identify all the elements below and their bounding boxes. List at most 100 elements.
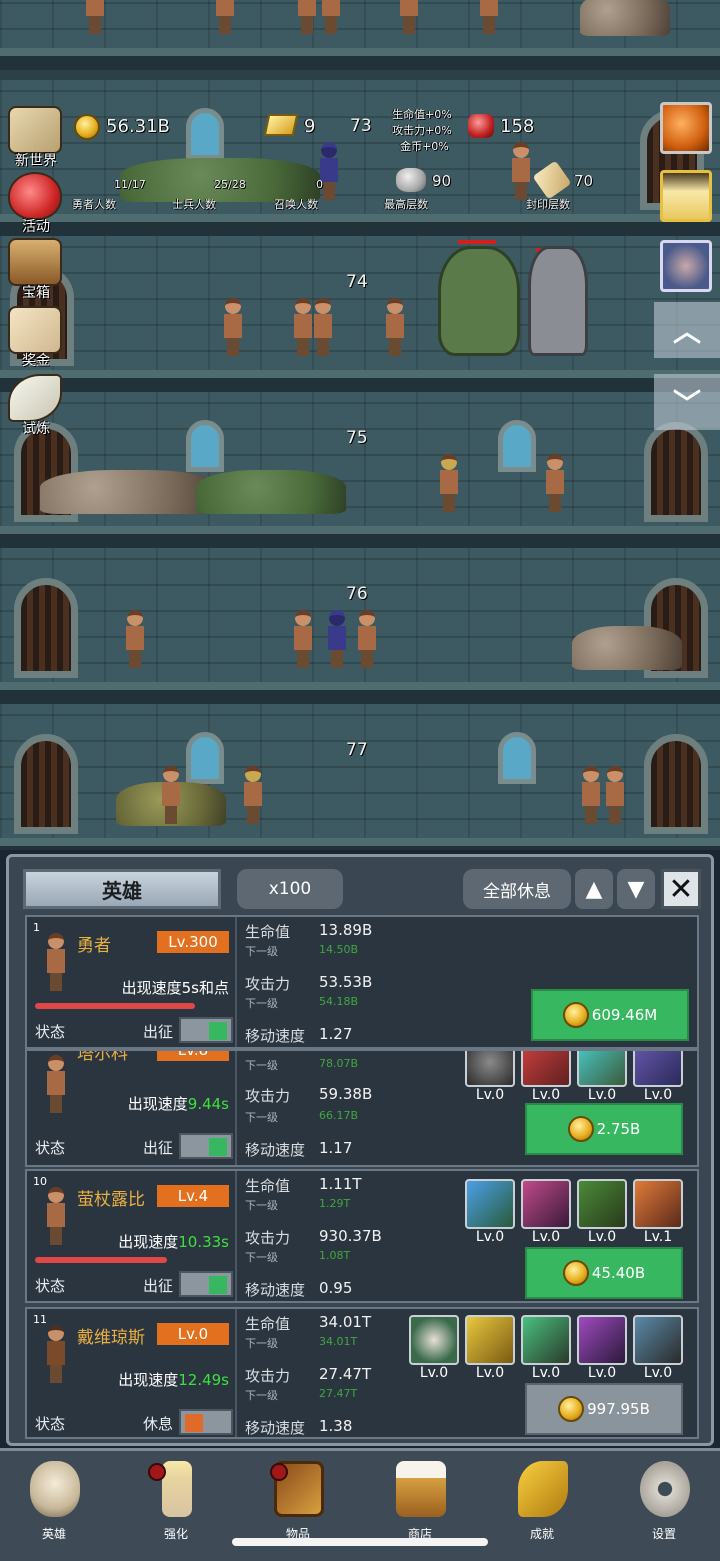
hero-sprite [292, 610, 314, 668]
wizard-sprite [326, 610, 348, 668]
chevron-up-icon: ▲ [585, 876, 603, 902]
defeated-enemies [572, 626, 682, 670]
upgrade-button[interactable]: 609.46M [531, 989, 689, 1041]
upgrade-cost: 2.75B [596, 1120, 641, 1138]
deploy-toggle[interactable] [179, 1271, 233, 1297]
hero-card-11[interactable]: 11 戴维琼斯 Lv.0 出现速度12.49s 状态 休息 生命值 34.01T… [25, 1307, 699, 1439]
appear-speed-value: 9.44s [187, 1095, 229, 1113]
appear-speed: 出现速度10.33s [118, 1231, 229, 1252]
reward-button[interactable]: 奖金 [4, 306, 66, 369]
appear-speed-label: 出现速度 [118, 1233, 179, 1251]
shield-skill-icon[interactable] [465, 1051, 515, 1087]
glove-skill-icon[interactable] [633, 1179, 683, 1229]
gear-icon [640, 1461, 690, 1517]
hero-sprite [356, 610, 378, 668]
sword-skill-icon[interactable] [521, 1051, 571, 1087]
nav-shop[interactable]: 商店 [380, 1457, 460, 1541]
key-icon [518, 1461, 568, 1517]
claw-skill-icon[interactable] [521, 1179, 571, 1229]
hero-level: Lv.0 [157, 1323, 229, 1345]
hero-card-2[interactable]: 塔尔科 Lv.8 出现速度9.44s 状态 出征 下一级 78.07B 攻击力 … [25, 1049, 699, 1167]
boots-skill-icon[interactable] [577, 1051, 627, 1087]
new-world-button[interactable]: 新世界 [4, 106, 66, 169]
nav-settings[interactable]: 设置 [624, 1457, 704, 1541]
panel-up-button[interactable]: ▲ [575, 869, 613, 909]
trial-button[interactable]: 试炼 [4, 374, 66, 437]
floor-number: 75 [346, 428, 368, 448]
hero-sprite [296, 0, 318, 34]
door [644, 734, 708, 834]
deploy-label: 出征 [143, 1139, 174, 1157]
bag-item-icon[interactable] [660, 240, 712, 292]
hp-label: 生命值 [245, 1315, 291, 1333]
hero-card-10[interactable]: 10 萤杖露比 Lv.4 出现速度10.33s 状态 出征 生命值 1.11T … [25, 1169, 699, 1303]
hero-sprite [84, 0, 106, 34]
upgrade-button[interactable]: 997.95B [525, 1383, 683, 1435]
summon-count: 0 [316, 178, 323, 191]
rest-all-button[interactable]: 全部休息 [463, 869, 571, 909]
upgrade-button[interactable]: 45.40B [525, 1247, 683, 1299]
hero-count: 11/17 [114, 178, 146, 191]
hero-card-left: 塔尔科 Lv.8 出现速度9.44s 状态 出征 [27, 1051, 237, 1165]
heart-icon [8, 172, 62, 220]
defeated-enemies [40, 470, 220, 514]
candle-item-icon[interactable] [660, 170, 712, 222]
fruit-item-icon[interactable] [660, 102, 712, 154]
next-level-label: 下一级 [245, 997, 278, 1010]
hp-next-value: 14.50B [319, 943, 359, 956]
deploy-toggle[interactable] [179, 1133, 233, 1159]
bear-skill-icon[interactable] [633, 1315, 683, 1365]
floor-73: 73 [0, 80, 720, 236]
window [498, 732, 536, 784]
panel-down-button[interactable]: ▼ [617, 869, 655, 909]
chevron-down-icon: ﹀ [672, 387, 701, 420]
skill-level: Lv.0 [531, 1229, 561, 1245]
blade-skill-icon[interactable] [633, 1051, 683, 1087]
event-button[interactable]: 活动 [4, 172, 66, 235]
chevron-down-icon: ▼ [627, 876, 645, 902]
rest-label: 休息 [143, 1415, 174, 1433]
cutlass-skill-icon[interactable] [465, 1315, 515, 1365]
skill-level: Lv.0 [587, 1229, 617, 1245]
nav-achievements[interactable]: 成就 [502, 1457, 582, 1541]
hero-portrait [45, 933, 75, 1003]
door [644, 422, 708, 522]
skull-shield-skill-icon[interactable] [409, 1315, 459, 1365]
hero-sprite [124, 610, 146, 668]
gold-bar-amount: 9 [304, 116, 316, 137]
boots-skill-icon[interactable] [577, 1179, 627, 1229]
atk-label: 攻击力 [245, 1229, 291, 1247]
deploy-toggle[interactable] [179, 1409, 233, 1435]
scroll-down-button[interactable]: ﹀ [654, 374, 720, 430]
max-floor-label: 最高层数 [384, 198, 428, 211]
next-level-label: 下一级 [245, 1337, 278, 1350]
quill-icon [8, 374, 62, 422]
upgrade-cost: 45.40B [591, 1264, 646, 1282]
multiplier-button[interactable]: x100 [237, 869, 343, 909]
leaf-skill-icon[interactable] [465, 1179, 515, 1229]
seal-floor: 70 [574, 172, 594, 190]
nav-enhance[interactable]: 强化 [136, 1457, 216, 1541]
gold-coin-icon [562, 1260, 589, 1286]
skill-level: Lv.0 [475, 1365, 505, 1381]
nav-heroes[interactable]: 英雄 [14, 1457, 94, 1541]
atk-label: 攻击力 [245, 1087, 291, 1105]
hero-card-1[interactable]: 1 勇者 Lv.300 出现速度5s和点 状态 出征 生命值 13.89B 下一… [25, 915, 699, 1049]
enemy-hp-bar [458, 240, 496, 244]
atk-value: 53.53B [319, 973, 373, 991]
defeated-orc [196, 470, 346, 514]
boots-skill-icon[interactable] [521, 1315, 571, 1365]
treasure-chest-icon [8, 238, 62, 286]
next-level-label: 下一级 [245, 945, 278, 958]
claw-mark-skill-icon[interactable] [577, 1315, 627, 1365]
floor-76: 76 [0, 548, 720, 704]
scroll-up-button[interactable]: ︿ [654, 302, 720, 358]
atk-bonus: 攻击力+0% [392, 124, 452, 137]
upgrade-button[interactable]: 2.75B [525, 1103, 683, 1155]
upgrade-cost: 997.95B [587, 1400, 650, 1418]
close-panel-button[interactable]: ✕ [661, 869, 701, 909]
chest-button[interactable]: 宝箱 [4, 238, 66, 301]
trial-label: 试炼 [22, 421, 50, 437]
nav-items[interactable]: 物品 [258, 1457, 338, 1541]
deploy-toggle[interactable] [179, 1017, 233, 1043]
